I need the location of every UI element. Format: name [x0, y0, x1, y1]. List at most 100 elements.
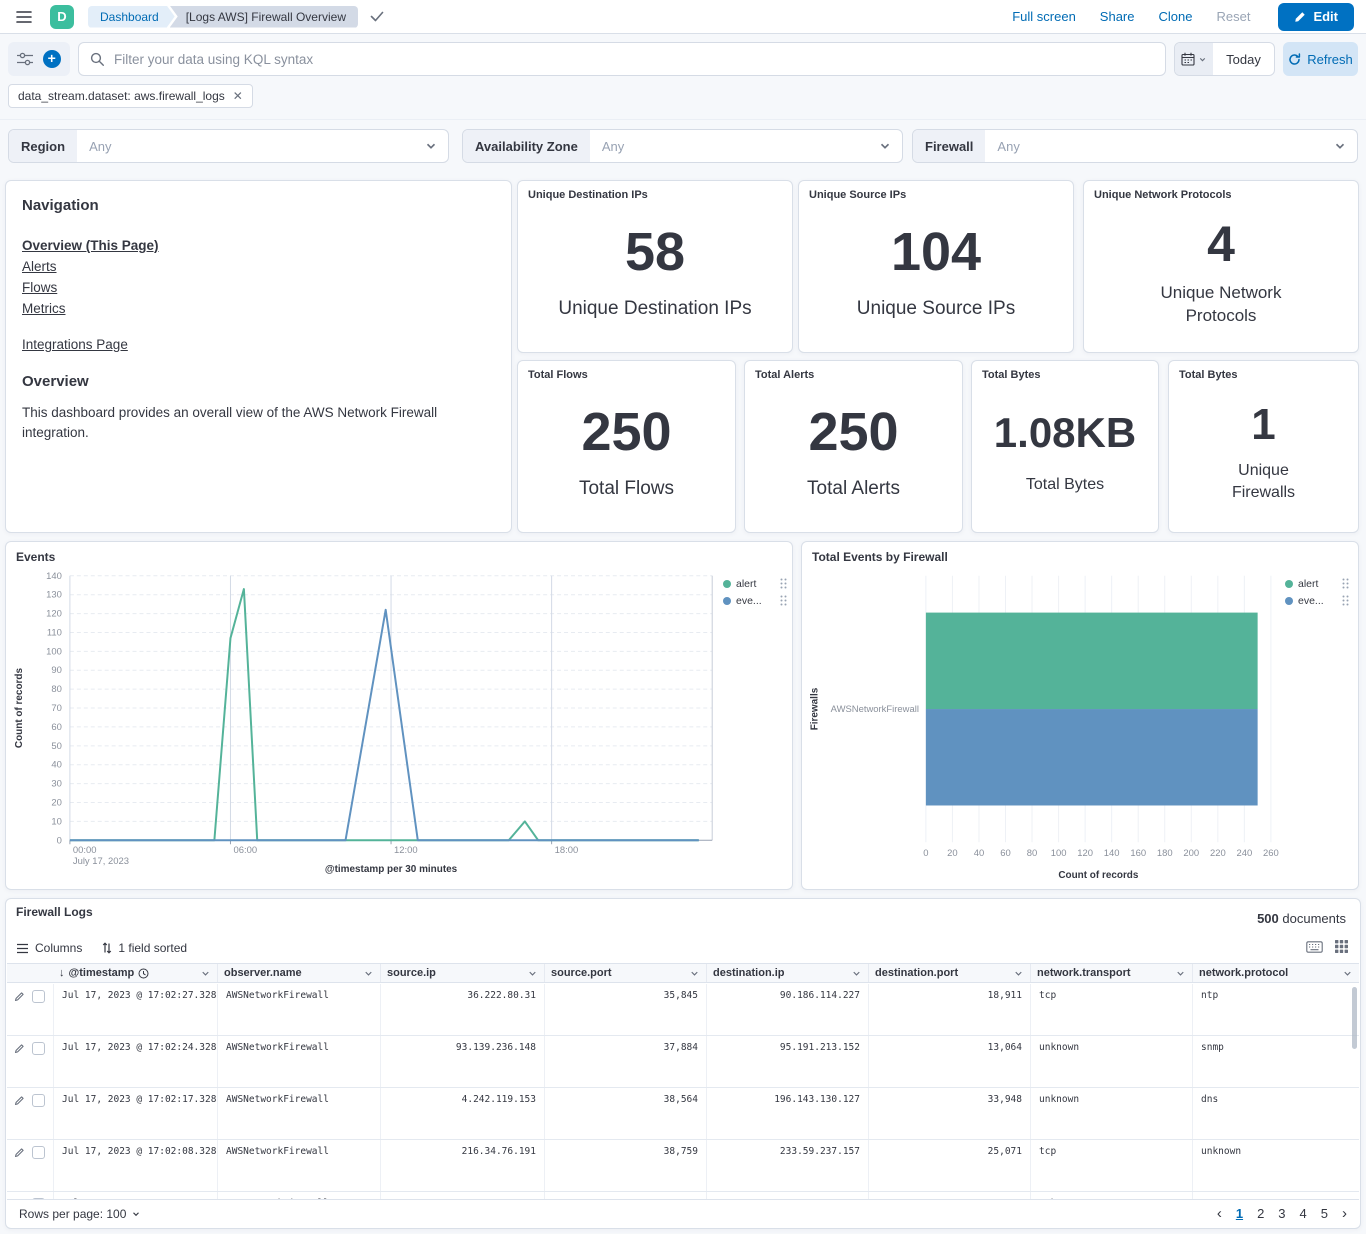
add-filter-icon[interactable]: + [43, 50, 61, 68]
cell-destination.ip: 233.59.237.157 [706, 1140, 868, 1191]
svg-text:06:00: 06:00 [233, 845, 257, 856]
nav-link-integrations[interactable]: Integrations Page [22, 337, 128, 352]
nav-link-flows[interactable]: Flows [22, 280, 57, 295]
cell-@timestamp: Jul 17, 2023 @ 17:02:24.328 [53, 1036, 217, 1087]
metric-label: Total Alerts [807, 476, 900, 502]
share-button[interactable]: Share [1100, 9, 1135, 24]
cell-network.transport: tcp [1030, 1140, 1192, 1191]
cell-network.protocol: ntp [1192, 984, 1359, 1035]
refresh-button[interactable]: Refresh [1283, 42, 1358, 76]
kql-search-input[interactable] [114, 52, 1154, 67]
legend-item-alert[interactable]: alert [723, 575, 787, 592]
nav-link-metrics[interactable]: Metrics [22, 301, 66, 316]
edit-row-icon[interactable] [14, 991, 25, 1002]
reset-button[interactable]: Reset [1216, 9, 1250, 24]
svg-text:0: 0 [57, 835, 62, 846]
legend-label: eve... [736, 595, 762, 607]
column-header-source.ip[interactable]: source.ip [380, 964, 544, 982]
chevron-down-icon [1013, 968, 1024, 979]
metric-value: 250 [808, 405, 898, 459]
display-options-icon[interactable] [1335, 940, 1348, 953]
breadcrumb: Dashboard [Logs AWS] Firewall Overview [88, 6, 358, 28]
legend-actions-icon [780, 595, 787, 606]
page-button-4[interactable]: 4 [1300, 1206, 1307, 1221]
cell-network.protocol: dns [1192, 1088, 1359, 1139]
space-avatar[interactable]: D [50, 5, 74, 29]
edit-button[interactable]: Edit [1278, 3, 1354, 31]
row-checkbox[interactable] [32, 1042, 45, 1055]
series-dot [723, 597, 731, 605]
edit-row-icon[interactable] [14, 1095, 25, 1106]
chevron-down-icon [200, 968, 211, 979]
cell-observer.name: AWSNetworkFirewall [217, 1140, 380, 1191]
filter-pill[interactable]: data_stream.dataset: aws.firewall_logs ✕ [8, 84, 253, 108]
keyboard-shortcuts-icon[interactable] [1306, 941, 1323, 953]
metric-unique-destination-ips: Unique Destination IPs 58Unique Destinat… [517, 180, 793, 353]
column-header-network.transport[interactable]: network.transport [1030, 964, 1192, 982]
edit-row-icon[interactable] [14, 1043, 25, 1054]
cell-network.transport: unknown [1030, 1088, 1192, 1139]
row-checkbox[interactable] [32, 990, 45, 1003]
check-icon[interactable] [370, 11, 384, 22]
legend-item-eve[interactable]: eve... [1285, 592, 1349, 609]
column-header-@timestamp[interactable]: ↓@timestamp [53, 964, 217, 982]
breadcrumb-current[interactable]: [Logs AWS] Firewall Overview [170, 6, 358, 28]
events-by-firewall-bar-chart: 020406080100120140160180200220240260AWSN… [802, 542, 1358, 889]
metric-total-flows: Total Flows 250Total Flows [517, 360, 736, 533]
calendar-menu[interactable] [1175, 43, 1213, 75]
rows-per-page-button[interactable]: Rows per page: 100 [19, 1207, 141, 1221]
clone-button[interactable]: Clone [1159, 9, 1193, 24]
firewall-control[interactable]: Firewall Any [912, 129, 1358, 163]
legend-item-eve[interactable]: eve... [723, 592, 787, 609]
cell-@timestamp: Jul 17, 2023 @ 17:02:27.328 [53, 984, 217, 1035]
menu-icon[interactable] [16, 10, 32, 24]
cell-source.ip: 216.34.76.191 [380, 1140, 544, 1191]
panel-title: Events [16, 550, 55, 564]
series-dot [1285, 580, 1293, 588]
sorted-fields-button[interactable]: 1 field sorted [102, 941, 187, 955]
next-page-button[interactable]: › [1342, 1205, 1347, 1222]
column-header-destination.port[interactable]: destination.port [868, 964, 1030, 982]
page-button-5[interactable]: 5 [1321, 1206, 1328, 1221]
cell-source.ip: 93.139.236.148 [380, 1036, 544, 1087]
legend-item-alert[interactable]: alert [1285, 575, 1349, 592]
column-header-network.protocol[interactable]: network.protocol [1192, 964, 1359, 982]
cell-@timestamp: Jul 17, 2023 @ 17:02:08.328 [53, 1140, 217, 1191]
svg-text:00:00: 00:00 [73, 845, 97, 856]
chevron-down-icon [851, 968, 862, 979]
nav-link-overview[interactable]: Overview (This Page) [22, 238, 159, 253]
svg-text:90: 90 [51, 665, 62, 676]
today-button[interactable]: Today [1213, 43, 1274, 75]
cell-destination.ip: 95.191.213.152 [706, 1036, 868, 1087]
filter-sliders-icon[interactable] [17, 52, 33, 66]
svg-text:240: 240 [1236, 848, 1252, 859]
svg-text:260: 260 [1263, 848, 1279, 859]
page-button-3[interactable]: 3 [1278, 1206, 1285, 1221]
page-button-1[interactable]: 1 [1236, 1206, 1243, 1221]
chevron-down-icon [1333, 139, 1347, 153]
column-header-destination.ip[interactable]: destination.ip [706, 964, 868, 982]
row-checkbox[interactable] [32, 1094, 45, 1107]
row-checkbox[interactable] [32, 1146, 45, 1159]
cell-source.ip: 4.242.119.153 [380, 1088, 544, 1139]
column-header-source.port[interactable]: source.port [544, 964, 706, 982]
cell-source.port: 38,759 [544, 1140, 706, 1191]
breadcrumb-dashboard[interactable]: Dashboard [88, 6, 175, 28]
cell-@timestamp: Jul 17, 2023 @ 17:02:17.328 [53, 1088, 217, 1139]
previous-page-button[interactable]: ‹ [1217, 1205, 1222, 1222]
page-button-2[interactable]: 2 [1257, 1206, 1264, 1221]
columns-button[interactable]: Columns [16, 941, 82, 955]
svg-text:July 17, 2023: July 17, 2023 [73, 856, 129, 867]
region-control[interactable]: Region Any [8, 129, 449, 163]
edit-row-icon[interactable] [14, 1147, 25, 1158]
remove-filter-icon[interactable]: ✕ [233, 90, 243, 102]
availability-zone-control[interactable]: Availability Zone Any [462, 129, 903, 163]
overview-heading: Overview [22, 373, 495, 390]
cell-observer.name: AWSNetworkFirewall [217, 984, 380, 1035]
scrollbar[interactable] [1352, 987, 1357, 1049]
cell-observer.name: AWSNetworkFirewall [217, 1036, 380, 1087]
full-screen-button[interactable]: Full screen [1012, 9, 1076, 24]
column-header-observer.name[interactable]: observer.name [217, 964, 380, 982]
nav-link-alerts[interactable]: Alerts [22, 259, 57, 274]
panel-title: Total Bytes [982, 369, 1040, 381]
